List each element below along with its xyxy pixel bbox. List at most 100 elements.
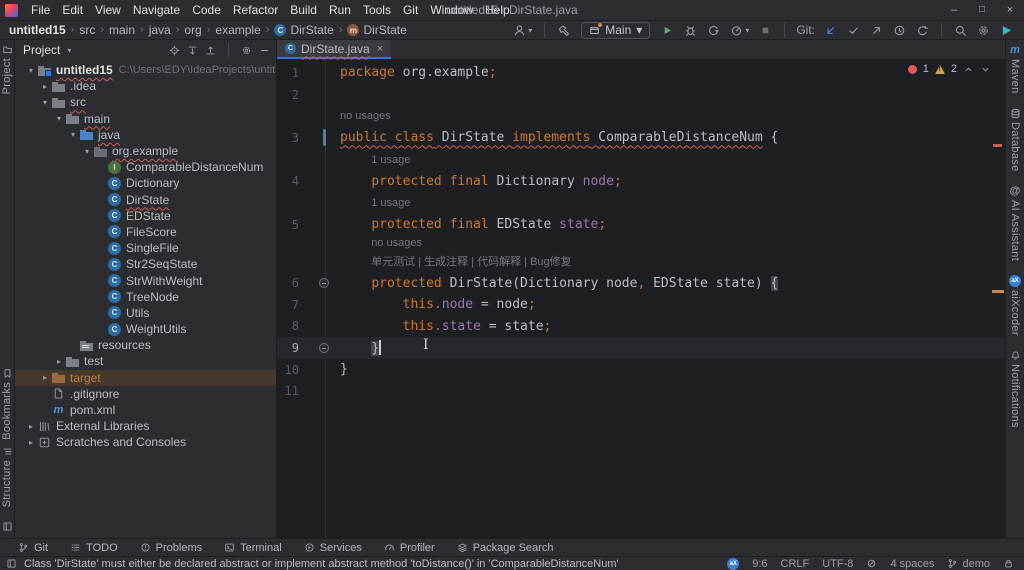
tool-strip-notifications[interactable]: Notifications xyxy=(1009,350,1021,428)
warning-stripe-mark[interactable] xyxy=(992,290,1004,293)
tool-button-services[interactable]: Services xyxy=(304,542,362,554)
expand-all-button[interactable] xyxy=(187,45,198,56)
code-line-2[interactable]: 2 xyxy=(277,84,1005,106)
maximize-button[interactable]: □ xyxy=(968,0,996,20)
project-panel-title[interactable]: Project xyxy=(23,43,60,57)
status-crlf[interactable]: CRLF xyxy=(781,558,810,570)
status-9-6[interactable]: 9:6 xyxy=(752,558,767,570)
code-line-6[interactable]: 6 protected DirState(Dictionary node, ED… xyxy=(277,272,1005,294)
status-demo[interactable]: demo xyxy=(947,558,990,570)
tool-strip-aixcoder[interactable]: aXaiXcoder xyxy=(1009,275,1021,336)
profiler-button[interactable]: ▾ xyxy=(727,23,752,38)
breadcrumb-org[interactable]: org xyxy=(183,23,202,37)
tree-item-org-example[interactable]: ▾org.example xyxy=(15,143,276,159)
menu-tools[interactable]: Tools xyxy=(357,3,397,17)
build-button[interactable] xyxy=(554,23,573,38)
menu-view[interactable]: View xyxy=(89,3,127,17)
next-problem-button[interactable] xyxy=(980,64,991,75)
tree-item-external-libraries[interactable]: ▸External Libraries xyxy=(15,418,276,434)
chevron-down-icon[interactable]: ▾ xyxy=(67,46,71,55)
code-line-5[interactable]: 5 protected final EDState state; xyxy=(277,214,1005,236)
code-line-11[interactable]: 11 xyxy=(277,381,1005,403)
menu-edit[interactable]: Edit xyxy=(56,3,89,17)
tree-item-resources[interactable]: resources xyxy=(15,337,276,353)
tree-item-comparabledistancenum[interactable]: IComparableDistanceNum xyxy=(15,159,276,175)
plugin-logo-icon[interactable] xyxy=(997,23,1016,38)
tree-item-target[interactable]: ▸target xyxy=(15,370,276,386)
inlay-hint-text[interactable]: 1 usage xyxy=(371,154,410,166)
breadcrumb-example[interactable]: example xyxy=(214,23,261,37)
tool-button-package-search[interactable]: Package Search xyxy=(457,542,554,554)
inlay-hint-text[interactable]: 单元测试 | 生成注释 | 代码解释 | Bug修复 xyxy=(371,253,571,269)
run-button[interactable] xyxy=(658,23,677,38)
git-commit-button[interactable] xyxy=(844,23,863,38)
tree-item-filescore[interactable]: CFileScore xyxy=(15,224,276,240)
tool-window-layout-icon[interactable] xyxy=(6,558,17,569)
close-button[interactable]: × xyxy=(996,0,1024,20)
breadcrumb-dirstate[interactable]: mDirState xyxy=(346,23,407,37)
tree-item-dictionary[interactable]: CDictionary xyxy=(15,175,276,191)
inspections-widget[interactable]: 1 2 xyxy=(908,63,991,75)
history-button[interactable] xyxy=(890,23,909,38)
inlay-hint-text[interactable]: 1 usage xyxy=(371,197,410,209)
tool-button-problems[interactable]: Problems xyxy=(140,542,202,554)
menu-refactor[interactable]: Refactor xyxy=(227,3,284,17)
inlay-hint-text[interactable]: no usages xyxy=(371,237,422,249)
status-utf-8[interactable]: UTF-8 xyxy=(822,558,853,570)
user-profile-button[interactable]: ▾ xyxy=(510,23,535,38)
tree-item-singlefile[interactable]: CSingleFile xyxy=(15,240,276,256)
inlay-hint[interactable]: 单元测试 | 生成注释 | 代码解释 | Bug修复 xyxy=(277,251,1005,273)
rollback-button[interactable] xyxy=(913,23,932,38)
tree-item-weightutils[interactable]: CWeightUtils xyxy=(15,321,276,337)
tree-item-dirstate[interactable]: CDirState xyxy=(15,192,276,208)
menu-run[interactable]: Run xyxy=(323,3,357,17)
tree-item-treenode[interactable]: CTreeNode xyxy=(15,289,276,305)
tool-strip-ai-assistant[interactable]: @AI Assistant xyxy=(1009,185,1021,261)
tree-item-idea[interactable]: ▸.idea xyxy=(15,78,276,94)
tool-strip-project[interactable]: Project xyxy=(1,44,13,94)
inlay-hint[interactable]: no usages xyxy=(277,105,1005,127)
inlay-hint[interactable]: 1 usage xyxy=(277,192,1005,214)
tool-strip-database[interactable]: Database xyxy=(1009,108,1021,172)
status-lock[interactable] xyxy=(1003,558,1014,569)
run-config-selector[interactable]: Main ▾ xyxy=(581,22,650,39)
tree-item-java[interactable]: ▾java xyxy=(15,127,276,143)
tool-strip-bookmarks[interactable]: Bookmarks xyxy=(1,368,13,440)
tab-close-icon[interactable]: × xyxy=(377,43,383,55)
breadcrumb-java[interactable]: java xyxy=(148,23,172,37)
search-everywhere-button[interactable] xyxy=(951,23,970,38)
code-line-1[interactable]: 1package org.example; xyxy=(277,62,1005,84)
tool-button-git[interactable]: Git xyxy=(18,542,48,554)
git-push-button[interactable] xyxy=(867,23,886,38)
inlay-hint[interactable]: 1 usage xyxy=(277,149,1005,171)
tree-item-main[interactable]: ▾main xyxy=(15,111,276,127)
inlay-hint[interactable]: no usages xyxy=(277,236,1005,251)
code-line-3[interactable]: 3public class DirState implements Compar… xyxy=(277,127,1005,149)
breadcrumb-untitled15[interactable]: untitled15 xyxy=(8,23,67,37)
hide-panel-button[interactable] xyxy=(259,45,270,56)
settings-button[interactable] xyxy=(974,23,993,38)
code-line-9[interactable]: 9 } xyxy=(277,337,1005,359)
menu-build[interactable]: Build xyxy=(284,3,323,17)
code-line-4[interactable]: 4 protected final Dictionary node; xyxy=(277,170,1005,192)
tool-button-profiler[interactable]: Profiler xyxy=(384,542,435,554)
locate-button[interactable] xyxy=(169,45,180,56)
tree-item-gitignore[interactable]: .gitignore xyxy=(15,386,276,402)
status-4-spaces[interactable]: 4 spaces xyxy=(890,558,934,570)
collapse-all-button[interactable] xyxy=(205,45,216,56)
breadcrumb-dirstate[interactable]: CDirState xyxy=(273,23,334,37)
error-stripe-mark[interactable] xyxy=(993,144,1002,147)
window-layout-icon[interactable] xyxy=(2,521,13,532)
code-line-10[interactable]: 10} xyxy=(277,359,1005,381)
menu-navigate[interactable]: Navigate xyxy=(127,3,186,17)
tree-item-utils[interactable]: CUtils xyxy=(15,305,276,321)
tool-button-todo[interactable]: TODO xyxy=(70,542,118,554)
menu-git[interactable]: Git xyxy=(397,3,424,17)
tool-strip-maven[interactable]: mMaven xyxy=(1009,45,1021,94)
status-ax[interactable]: aX xyxy=(727,558,739,570)
status-slash[interactable] xyxy=(866,558,877,569)
debug-button[interactable] xyxy=(681,23,700,38)
tree-item-str2seqstate[interactable]: CStr2SeqState xyxy=(15,256,276,272)
tree-item-src[interactable]: ▾src xyxy=(15,94,276,110)
tree-item-test[interactable]: ▸test xyxy=(15,353,276,369)
